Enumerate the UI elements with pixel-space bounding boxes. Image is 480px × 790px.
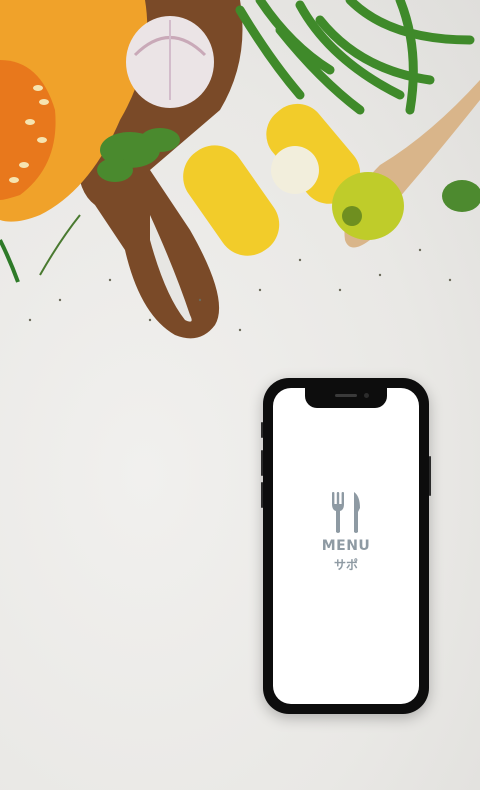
phone-notch xyxy=(305,388,387,408)
fork-knife-icon xyxy=(332,492,360,533)
app-title: MENU xyxy=(321,538,371,554)
volume-up-button xyxy=(261,450,263,476)
app-subtitle: サポ xyxy=(333,558,358,572)
speaker-grille xyxy=(335,394,357,397)
splash-screen: MENU サポ xyxy=(273,388,419,704)
volume-down-button xyxy=(261,482,263,508)
vegetables-photo xyxy=(0,0,480,339)
front-camera xyxy=(364,393,369,398)
phone-frame: MENU サポ xyxy=(261,378,431,714)
app-logo: MENU サポ xyxy=(273,490,419,573)
